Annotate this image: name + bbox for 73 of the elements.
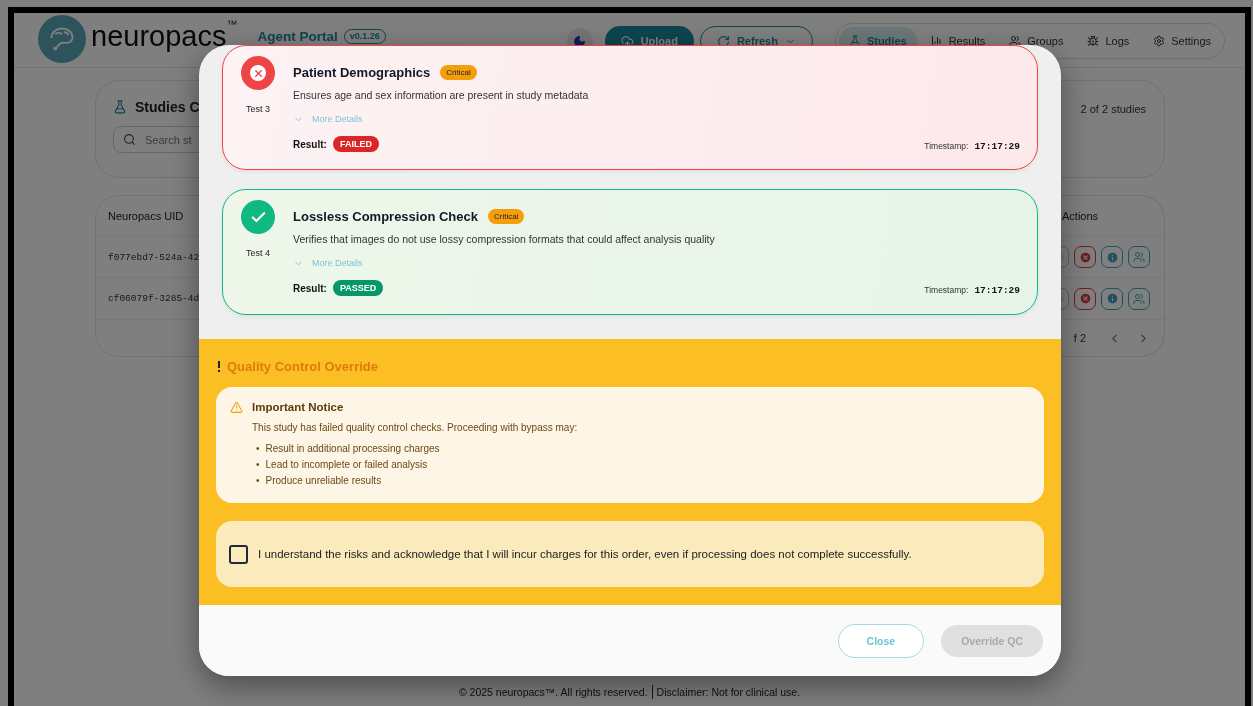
warning-icon xyxy=(230,400,243,414)
nav-tab[interactable]: Results xyxy=(920,27,996,55)
x-circle-icon xyxy=(241,56,275,90)
logo-text: neuropacs xyxy=(91,19,227,53)
flask-icon xyxy=(113,100,127,114)
app-title: Agent Portal xyxy=(257,29,338,45)
uid-cell: cf06079f-3285-4d xyxy=(108,293,200,305)
exclamation-icon xyxy=(216,360,222,372)
refresh-icon xyxy=(716,34,730,48)
x-circle-icon xyxy=(1078,250,1092,264)
trademark-text: ™ xyxy=(226,18,238,30)
info-icon xyxy=(1105,250,1119,264)
study-count: 2 of 2 studies xyxy=(1080,103,1146,117)
notice-item: Lead to incomplete or failed analysis xyxy=(265,458,428,472)
acknowledgement-text: I understand the risks and acknowledge that I will incur charges for this order, even if processing does not complete successfully. xyxy=(258,548,912,560)
nav-tab[interactable]: Settings xyxy=(1143,27,1221,55)
group-button[interactable] xyxy=(1128,246,1150,269)
info-icon xyxy=(1105,292,1119,306)
cloud-upload-icon xyxy=(620,34,634,48)
x-circle-icon xyxy=(1078,292,1092,306)
search-icon xyxy=(123,133,136,146)
result-label: Result: xyxy=(293,282,327,294)
nav-tab[interactable]: Groups xyxy=(999,27,1074,55)
people-icon xyxy=(1133,292,1145,305)
people-icon xyxy=(1133,251,1145,264)
moon-icon xyxy=(573,34,587,48)
timestamp-label: Timestamp: xyxy=(924,141,969,151)
settings-icon xyxy=(1153,35,1166,47)
test-number: Test 4 xyxy=(246,248,270,258)
brain-logo-icon xyxy=(38,15,86,63)
disclaimer-text: Disclaimer: Not for clinical use. xyxy=(656,686,801,698)
test-name: Lossless Compression Check xyxy=(293,208,478,224)
result-badge: PASSED xyxy=(332,280,384,296)
studies-title: Studies C xyxy=(135,99,200,115)
column-header: Actions xyxy=(1061,209,1100,222)
uid-cell: f077ebd7-524a-42 xyxy=(108,251,200,263)
info-button[interactable] xyxy=(1101,246,1123,269)
close-button[interactable]: Close xyxy=(837,623,925,658)
result-badge: FAILED xyxy=(332,136,379,152)
timestamp-value: 17:17:29 xyxy=(974,141,1020,152)
people-icon xyxy=(1009,35,1022,47)
copyright-text: © 2025 neuropacs™. All rights reserved. xyxy=(458,686,648,698)
timestamp-label: Timestamp: xyxy=(924,285,969,295)
bar-chart-icon xyxy=(930,35,943,47)
notice-title: Important Notice xyxy=(252,401,344,413)
check-circle-icon xyxy=(241,200,275,234)
test-number: Test 3 xyxy=(246,104,270,114)
severity-badge: Critical xyxy=(487,208,525,224)
more-details-link[interactable]: More Details xyxy=(293,111,363,127)
pagination-text: f 2 xyxy=(1073,332,1086,345)
group-button[interactable] xyxy=(1128,287,1150,310)
delete-button[interactable] xyxy=(1074,287,1096,310)
notice-item: Result in additional processing charges xyxy=(265,442,440,456)
info-button[interactable] xyxy=(1101,287,1123,310)
severity-badge: Critical xyxy=(440,64,477,80)
flask-icon xyxy=(848,35,861,47)
test-name: Patient Demographics xyxy=(293,64,431,80)
nav-tab[interactable]: Logs xyxy=(1077,27,1140,55)
bug-icon xyxy=(1087,35,1100,47)
test-description: Ensures age and sex information are present in study metadata xyxy=(293,88,590,103)
notice-item: Produce unreliable results xyxy=(265,474,382,488)
delete-button[interactable] xyxy=(1074,246,1096,269)
bullet: • xyxy=(256,458,260,472)
more-details-link[interactable]: More Details xyxy=(293,255,363,271)
notice-text: This study has failed quality control checks. Proceeding with bypass may: xyxy=(252,421,579,435)
bullet: • xyxy=(256,474,260,488)
test-description: Verifies that images do not use lossy compression formats that could affect analysis quality xyxy=(293,232,716,247)
column-header: Neuropacs UID xyxy=(108,209,184,222)
result-label: Result: xyxy=(293,138,327,150)
acknowledge-checkbox[interactable] xyxy=(229,544,248,564)
override-title: Quality Control Override xyxy=(227,358,378,374)
bullet: • xyxy=(256,442,260,456)
timestamp-value: 17:17:29 xyxy=(974,285,1020,296)
